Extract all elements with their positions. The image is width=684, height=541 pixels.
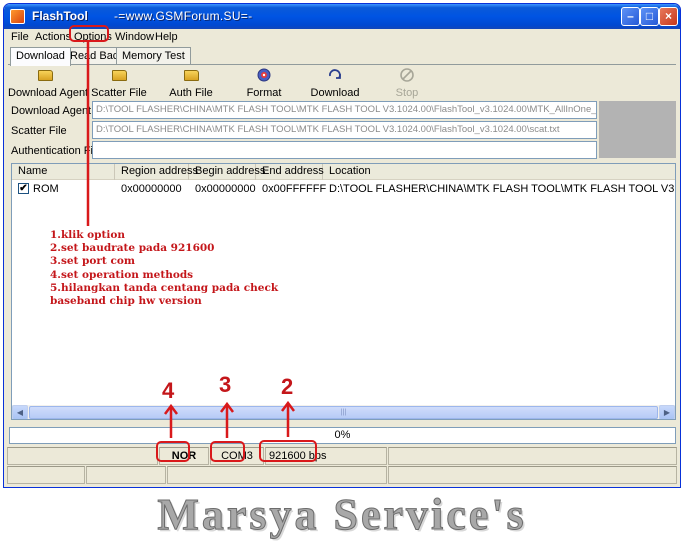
column-header-region-address[interactable]: Region address: [115, 164, 198, 180]
status-cell-empty: [167, 466, 387, 484]
close-button[interactable]: ×: [659, 7, 678, 26]
window-title: FlashTool: [32, 9, 88, 23]
scroll-left-icon[interactable]: ◀: [12, 405, 28, 419]
rom-name: ROM: [33, 183, 59, 195]
step-number-4: 4: [162, 378, 175, 403]
auth-file-path-field[interactable]: [92, 141, 597, 159]
format-button[interactable]: Format: [227, 66, 301, 102]
column-header-begin-address[interactable]: Begin address: [189, 164, 265, 180]
instruction-step: 5.hilangkan tanda centang pada check: [50, 281, 279, 294]
menu-options[interactable]: Options: [71, 31, 115, 43]
status-bar: NOR COM3 921600 bps: [7, 447, 677, 465]
toolbar: Download Agent Scatter File Auth File Fo…: [8, 66, 676, 102]
status-cell-empty: [7, 466, 85, 484]
tab-memory-test[interactable]: Memory Test: [116, 47, 191, 65]
stop-icon: [400, 68, 414, 82]
format-icon: [257, 68, 271, 82]
status-cell-empty: [388, 466, 677, 484]
side-panel: [599, 101, 676, 158]
download-agent-path-field[interactable]: D:\TOOL FLASHER\CHINA\MTK FLASH TOOL\MTK…: [92, 101, 597, 119]
step-number-2: 2: [281, 374, 294, 399]
stop-button[interactable]: Stop: [370, 66, 444, 102]
column-header-end-address[interactable]: End address: [256, 164, 324, 180]
column-header-name[interactable]: Name: [12, 164, 115, 180]
menu-file[interactable]: File: [8, 31, 32, 43]
download-agent-label: Download Agent: [8, 87, 89, 99]
rom-begin-address: 0x00000000: [195, 183, 256, 195]
horizontal-scrollbar[interactable]: ◀ ||| ▶: [12, 405, 675, 419]
watermark-text: Marsya Service's: [157, 490, 527, 540]
instruction-step: 3.set port com: [50, 255, 135, 268]
stop-label: Stop: [395, 87, 419, 99]
folder-open-icon: [183, 70, 199, 81]
rom-location: D:\TOOL FLASHER\CHINA\MTK FLASH TOOL\MTK…: [329, 183, 675, 195]
tab-download[interactable]: Download: [10, 47, 71, 66]
auth-file-field-label: Authentication File: [11, 145, 102, 157]
scatter-file-label: Scatter File: [91, 87, 147, 99]
rom-region-address: 0x00000000: [121, 183, 182, 195]
menu-window[interactable]: Window: [112, 31, 157, 43]
progress-bar: 0%: [9, 427, 676, 444]
table-row[interactable]: ✔ ROM 0x00000000 0x00000000 0x00FFFFFF D…: [12, 181, 675, 197]
download-agent-button[interactable]: Download Agent: [8, 66, 89, 102]
menu-actions[interactable]: Actions: [32, 31, 74, 43]
tab-panel-border: [8, 64, 676, 65]
instruction-step: baseband chip hw version: [50, 295, 202, 308]
scatter-file-button[interactable]: Scatter File: [82, 66, 156, 102]
title-bar[interactable]: FlashTool -=www.GSMForum.SU=- – □ ×: [4, 4, 680, 29]
window-subtitle: -=www.GSMForum.SU=-: [114, 9, 253, 23]
instruction-list: 1.klik option 2.set baudrate pada 921600…: [50, 229, 278, 308]
download-arrow-icon: [329, 69, 341, 79]
status-cell-empty: [86, 466, 166, 484]
auth-file-button[interactable]: Auth File: [154, 66, 228, 102]
list-header: Name Region address Begin address End ad…: [12, 164, 675, 180]
scatter-file-path-field[interactable]: D:\TOOL FLASHER\CHINA\MTK FLASH TOOL\MTK…: [92, 121, 597, 139]
instruction-step: 2.set baudrate pada 921600: [50, 242, 215, 255]
status-bar-secondary: [7, 466, 677, 485]
download-button[interactable]: Download: [298, 66, 372, 102]
instruction-step: 1.klik option: [50, 229, 125, 241]
maximize-button[interactable]: □: [640, 7, 659, 26]
menu-bar: File Actions Options Window Help: [4, 29, 680, 46]
status-cell-empty: [7, 447, 158, 465]
instruction-step: 4.set operation methods: [50, 268, 194, 281]
status-cell-empty: [388, 447, 677, 465]
folder-open-icon: [111, 70, 127, 81]
folder-open-icon: [37, 70, 53, 81]
status-com-port[interactable]: COM3: [210, 447, 264, 465]
scroll-thumb[interactable]: |||: [29, 406, 658, 419]
download-label: Download: [310, 87, 360, 99]
status-flash-type[interactable]: NOR: [159, 447, 209, 465]
app-icon: [10, 9, 25, 24]
menu-help[interactable]: Help: [152, 31, 181, 43]
rom-checkbox[interactable]: ✔: [18, 183, 29, 194]
download-agent-field-label: Download Agent: [11, 105, 92, 117]
column-header-location[interactable]: Location: [323, 164, 675, 180]
auth-file-label: Auth File: [169, 87, 213, 99]
scroll-right-icon[interactable]: ▶: [659, 405, 675, 419]
step-number-3: 3: [219, 372, 232, 397]
format-label: Format: [246, 87, 282, 99]
screenshot: FlashTool -=www.GSMForum.SU=- – □ × File…: [0, 0, 684, 541]
scatter-file-field-label: Scatter File: [11, 125, 67, 137]
status-baudrate[interactable]: 921600 bps: [265, 447, 387, 465]
minimize-button[interactable]: –: [621, 7, 640, 26]
rom-end-address: 0x00FFFFFF: [262, 183, 327, 195]
